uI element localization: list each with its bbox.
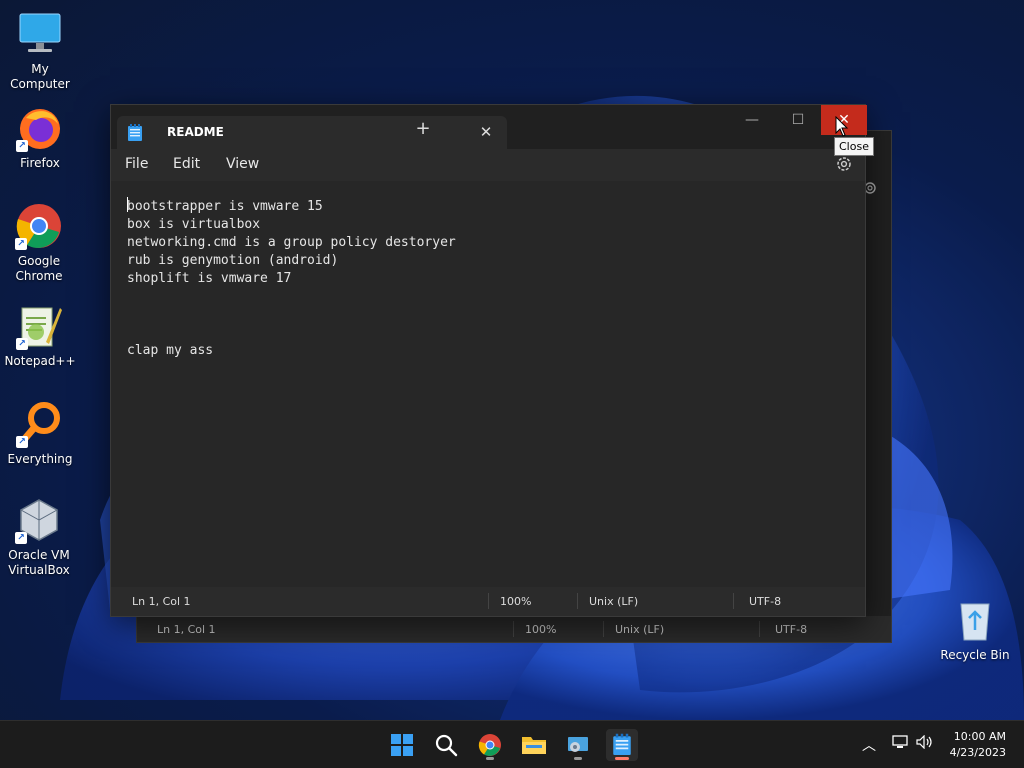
desktop-icon-my-computer[interactable]: My Computer	[0, 10, 80, 92]
status-divider	[733, 593, 734, 609]
status-encoding: UTF-8	[775, 623, 808, 636]
tab-title: README	[167, 125, 224, 139]
status-bar: Ln 1, Col 1 100% Unix (LF) UTF-8	[111, 587, 865, 616]
notepad-icon	[613, 733, 631, 755]
tab-readme[interactable]: README ✕	[117, 116, 507, 149]
menu-view[interactable]: View	[226, 156, 259, 172]
taskbar: ︿ 10:00 AM 4/23/2023	[0, 720, 1024, 768]
menu-file[interactable]: File	[125, 156, 148, 172]
control-panel-icon	[568, 737, 588, 752]
menu-edit[interactable]: Edit	[173, 156, 200, 172]
status-divider	[488, 593, 489, 609]
notepad-plus-plus-icon: ↗	[16, 302, 64, 350]
clock-time: 10:00 AM	[953, 730, 1006, 743]
network-icon[interactable]	[892, 735, 908, 749]
taskbar-notepad[interactable]	[606, 729, 638, 761]
title-bar[interactable]: README ✕ + — ☐ ✕	[111, 105, 867, 149]
notepad-window[interactable]: README ✕ + — ☐ ✕ File Edit View bootstra…	[110, 104, 867, 617]
desktop-icon-notepad-plus-plus[interactable]: ↗ Notepad++	[0, 302, 80, 369]
desktop-icon-recycle-bin[interactable]: Recycle Bin	[935, 596, 1015, 663]
status-line-ending: Unix (LF)	[615, 623, 665, 636]
taskbar-control-panel[interactable]	[562, 729, 594, 761]
search-icon	[435, 734, 458, 757]
desktop-icon-label: Recycle Bin	[940, 648, 1010, 662]
status-position: Ln 1, Col 1	[157, 623, 216, 636]
editor-line: shoplift is vmware 17	[127, 271, 292, 286]
editor-line: clap my ass	[127, 343, 214, 358]
status-divider	[513, 621, 514, 637]
text-editor[interactable]: bootstrapper is vmware 15 box is virtual…	[111, 181, 865, 589]
editor-line: rub is genymotion (android)	[127, 253, 339, 268]
status-divider	[759, 621, 760, 637]
new-tab-button[interactable]: +	[413, 119, 433, 139]
taskbar-chrome[interactable]	[474, 729, 506, 761]
running-indicator	[574, 757, 582, 760]
desktop-icon-label: Firefox	[20, 156, 60, 170]
tab-close-icon[interactable]: ✕	[477, 123, 495, 141]
maximize-button[interactable]: ☐	[775, 105, 821, 135]
firefox-icon: ↗	[16, 104, 64, 152]
desktop-icon-google-chrome[interactable]: ↗ Google Chrome	[0, 202, 78, 284]
desktop-icon-everything[interactable]: ↗ Everything	[0, 400, 80, 467]
taskbar-file-explorer[interactable]	[518, 729, 550, 761]
taskbar-search-button[interactable]	[430, 729, 462, 761]
mouse-pointer-icon	[835, 116, 849, 137]
folder-icon	[522, 737, 546, 754]
status-line-ending: Unix (LF)	[589, 595, 639, 608]
chrome-icon	[478, 734, 501, 756]
volume-icon[interactable]	[916, 735, 934, 749]
desktop-icon-virtualbox[interactable]: ↗ Oracle VM VirtualBox	[0, 496, 78, 578]
minimize-button[interactable]: —	[729, 105, 775, 135]
start-button[interactable]	[386, 729, 418, 761]
close-tooltip: Close	[834, 137, 874, 156]
running-indicator	[486, 757, 494, 760]
desktop-icon-label: Everything	[7, 452, 73, 466]
settings-gear-icon[interactable]	[835, 155, 853, 173]
system-clock[interactable]: 10:00 AM 4/23/2023	[950, 729, 1006, 761]
desktop-icon-label: Notepad++	[4, 354, 76, 368]
status-position: Ln 1, Col 1	[132, 595, 191, 608]
notepad-icon	[128, 124, 142, 141]
status-divider	[577, 593, 578, 609]
show-hidden-icons-chevron-icon[interactable]: ︿	[862, 735, 876, 755]
back-status-bar: Ln 1, Col 1 100% Unix (LF) UTF-8	[137, 616, 891, 642]
menu-bar: File Edit View	[111, 149, 865, 181]
windows-logo-icon	[391, 734, 413, 756]
active-indicator	[615, 757, 629, 760]
desktop-icon-label: My Computer	[10, 62, 70, 91]
editor-line: bootstrapper is vmware 15	[127, 199, 323, 214]
status-encoding: UTF-8	[749, 595, 782, 608]
clock-date: 4/23/2023	[949, 746, 1006, 759]
editor-line: networking.cmd is a group policy destory…	[127, 235, 456, 250]
recycle-bin-icon	[951, 596, 999, 644]
everything-search-icon: ↗	[16, 400, 64, 448]
virtualbox-icon: ↗	[15, 496, 63, 544]
monitor-icon	[16, 10, 64, 58]
desktop-icon-label: Google Chrome	[15, 254, 63, 283]
status-zoom: 100%	[500, 595, 532, 608]
status-divider	[603, 621, 604, 637]
chrome-icon: ↗	[15, 202, 63, 250]
desktop-icon-firefox[interactable]: ↗ Firefox	[0, 104, 80, 171]
desktop-icon-label: Oracle VM VirtualBox	[8, 548, 70, 577]
status-zoom: 100%	[525, 623, 557, 636]
editor-line: box is virtualbox	[127, 217, 261, 232]
